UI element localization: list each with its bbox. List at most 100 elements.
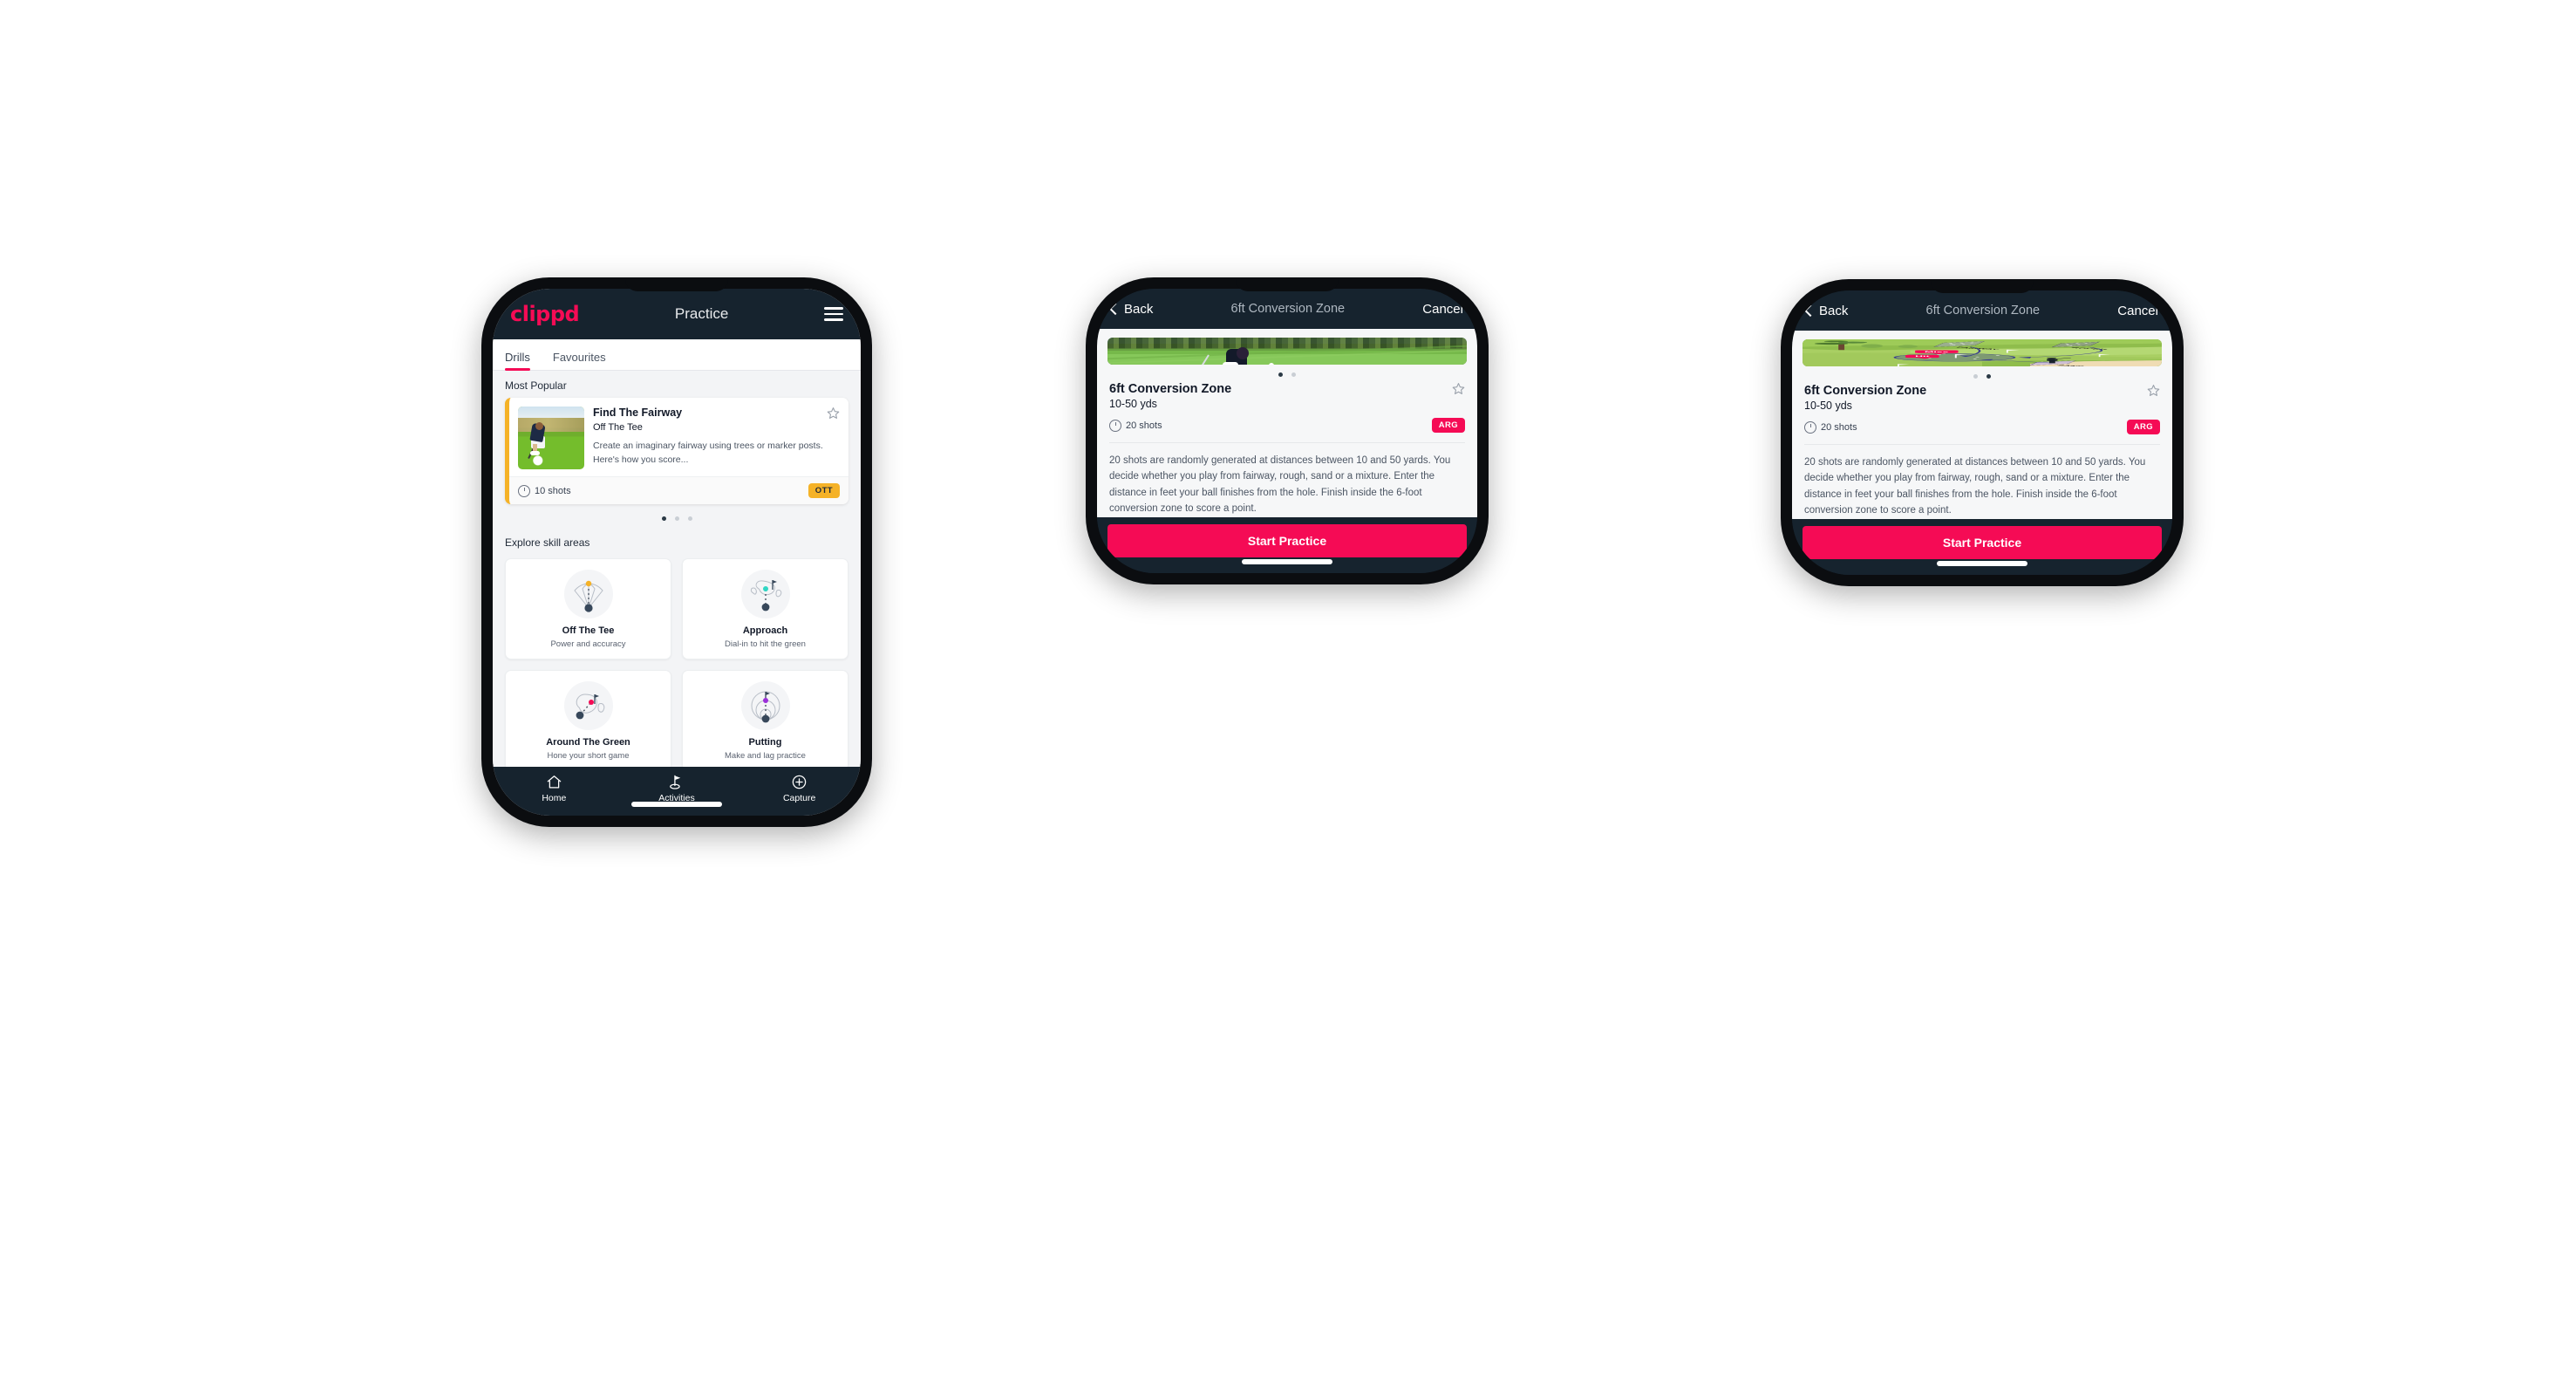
- back-button[interactable]: Back: [1108, 301, 1154, 317]
- drill-card-footer: 10 shots OTT: [509, 476, 848, 504]
- detail-top-bar: Back 6ft Conversion Zone Cancel: [1097, 289, 1477, 329]
- home-indicator: [631, 802, 722, 807]
- clock-icon: [1804, 420, 1816, 434]
- drill-description: Create an imaginary fairway using trees …: [593, 441, 823, 465]
- drill-title: Find The Fairway: [593, 407, 683, 419]
- carousel-dots[interactable]: [1097, 365, 1477, 382]
- drill-yardage: 10-50 yds: [1109, 398, 1157, 411]
- nav-label: Capture: [782, 793, 816, 803]
- carousel-dot[interactable]: [1291, 372, 1296, 378]
- drill-description: 20 shots are randomly generated at dista…: [1804, 456, 2146, 516]
- drill-card[interactable]: Find The Fairway Off The Tee Create an i…: [505, 398, 848, 504]
- carousel-dot[interactable]: [661, 516, 666, 521]
- skill-card-putting[interactable]: Putting Make and lag practice: [682, 670, 848, 767]
- carousel-dots[interactable]: [493, 504, 861, 528]
- cta-container: Start Practice: [1792, 519, 2172, 575]
- skill-desc: Power and accuracy: [550, 639, 626, 649]
- skill-desc: Make and lag practice: [725, 751, 806, 761]
- drill-shots: 20 shots: [1804, 420, 1857, 434]
- start-practice-button[interactable]: Start Practice: [1803, 526, 2162, 559]
- svg-text:Hit: Hit: [1915, 356, 1930, 358]
- detail-top-bar: Back 6ft Conversion Zone Cancel: [1792, 290, 2172, 331]
- bottom-navigation: Home Activities Capture: [493, 767, 861, 816]
- skill-name: Approach: [742, 625, 788, 636]
- drill-media-diagram[interactable]: FAIRWAY ROUGH SAND Miss Hit: [1803, 339, 2162, 367]
- hamburger-icon[interactable]: [823, 307, 843, 321]
- green-approach-icon: [740, 570, 790, 618]
- drill-description: 20 shots are randomly generated at dista…: [1109, 454, 1451, 515]
- carousel-dot[interactable]: [1987, 374, 1991, 379]
- tee-fan-icon: [563, 570, 613, 618]
- nav-label: Home: [542, 793, 567, 803]
- skill-card-around-the-green[interactable]: Around The Green Hone your short game: [505, 670, 671, 767]
- tab-favourites[interactable]: Favourites: [553, 351, 617, 370]
- section-title-skill-areas: Explore skill areas: [505, 536, 590, 549]
- nav-item-capture[interactable]: Capture: [767, 774, 832, 803]
- skill-areas-grid: Off The Tee Power and accuracy Approach …: [493, 555, 861, 767]
- status-badge-arg: ARG: [2126, 420, 2160, 435]
- phone-notch: [1236, 277, 1339, 291]
- carousel-dot[interactable]: [1278, 372, 1283, 378]
- app-top-bar: clippd Practice: [493, 289, 861, 339]
- drill-subtitle: Off The Tee: [593, 422, 643, 433]
- drill-name: 6ft Conversion Zone: [1804, 384, 1927, 399]
- home-icon: [547, 775, 562, 789]
- nav-item-activities[interactable]: Activities: [644, 774, 709, 803]
- plus-circle-icon: [792, 775, 807, 789]
- drill-yardage: 10-50 yds: [1804, 400, 1852, 413]
- chevron-left-icon: [1108, 302, 1122, 316]
- drill-shots-label: 10 shots: [535, 485, 571, 496]
- clippd-logo[interactable]: clippd: [510, 302, 580, 326]
- skill-name: Off The Tee: [562, 625, 615, 636]
- drill-shots-label: 20 shots: [1821, 421, 1857, 433]
- phone-mockup-practice-list: clippd Practice Drills Favourites Most P…: [481, 277, 872, 827]
- skill-desc: Hone your short game: [547, 751, 630, 761]
- star-outline-icon[interactable]: [827, 407, 840, 420]
- drill-shots-label: 20 shots: [1126, 420, 1162, 431]
- phone-notch: [625, 277, 728, 291]
- practice-scroll-area[interactable]: Most Popular Find The Fairway Off The Te…: [493, 371, 861, 767]
- page-title: Practice: [674, 305, 729, 322]
- back-button[interactable]: Back: [1803, 303, 1849, 318]
- home-indicator: [1937, 561, 2027, 566]
- skill-name: Putting: [748, 737, 782, 748]
- svg-text:Miss: Miss: [1925, 351, 1949, 352]
- skill-card-approach[interactable]: Approach Dial-in to hit the green: [682, 558, 848, 659]
- clock-icon: [518, 484, 530, 497]
- start-practice-button[interactable]: Start Practice: [1107, 524, 1467, 557]
- drill-name: 6ft Conversion Zone: [1109, 382, 1232, 397]
- chip-green-icon: [563, 681, 613, 730]
- cta-container: Start Practice: [1097, 517, 1477, 573]
- clock-icon: [1109, 419, 1121, 432]
- tab-bar: Drills Favourites: [493, 339, 861, 371]
- carousel-dot[interactable]: [687, 516, 692, 521]
- cancel-button[interactable]: Cancel: [1422, 302, 1463, 317]
- tab-drills[interactable]: Drills: [505, 351, 541, 371]
- skill-name: Around The Green: [546, 737, 630, 748]
- chevron-left-icon: [1803, 304, 1817, 318]
- cancel-button[interactable]: Cancel: [2117, 304, 2158, 318]
- skill-desc: Dial-in to hit the green: [725, 639, 806, 649]
- section-title-most-popular: Most Popular: [505, 379, 567, 392]
- status-badge-ott: OTT: [808, 483, 840, 498]
- phone-notch: [1931, 279, 2034, 293]
- drill-media-photo[interactable]: [1107, 338, 1467, 366]
- star-outline-icon[interactable]: [1452, 382, 1465, 395]
- carousel-dots[interactable]: [1792, 366, 2172, 384]
- drill-shots: 20 shots: [1109, 419, 1162, 432]
- golf-flag-icon: [670, 775, 681, 789]
- home-indicator: [1242, 559, 1332, 564]
- skill-card-off-the-tee[interactable]: Off The Tee Power and accuracy: [505, 558, 671, 659]
- drill-thumbnail: [518, 407, 584, 469]
- drill-shots: 10 shots: [518, 484, 571, 497]
- carousel-dot[interactable]: [674, 516, 679, 521]
- back-label: Back: [1819, 303, 1849, 318]
- nav-item-home[interactable]: Home: [521, 774, 586, 803]
- detail-title: 6ft Conversion Zone: [1230, 302, 1346, 316]
- status-badge-arg: ARG: [1431, 418, 1465, 434]
- back-label: Back: [1124, 301, 1154, 317]
- putting-rings-icon: [740, 681, 790, 730]
- star-outline-icon[interactable]: [2147, 384, 2160, 397]
- carousel-dot[interactable]: [1973, 374, 1978, 379]
- phone-mockup-drill-detail-photo: Back 6ft Conversion Zone Cancel 6ft Conv…: [1086, 277, 1489, 584]
